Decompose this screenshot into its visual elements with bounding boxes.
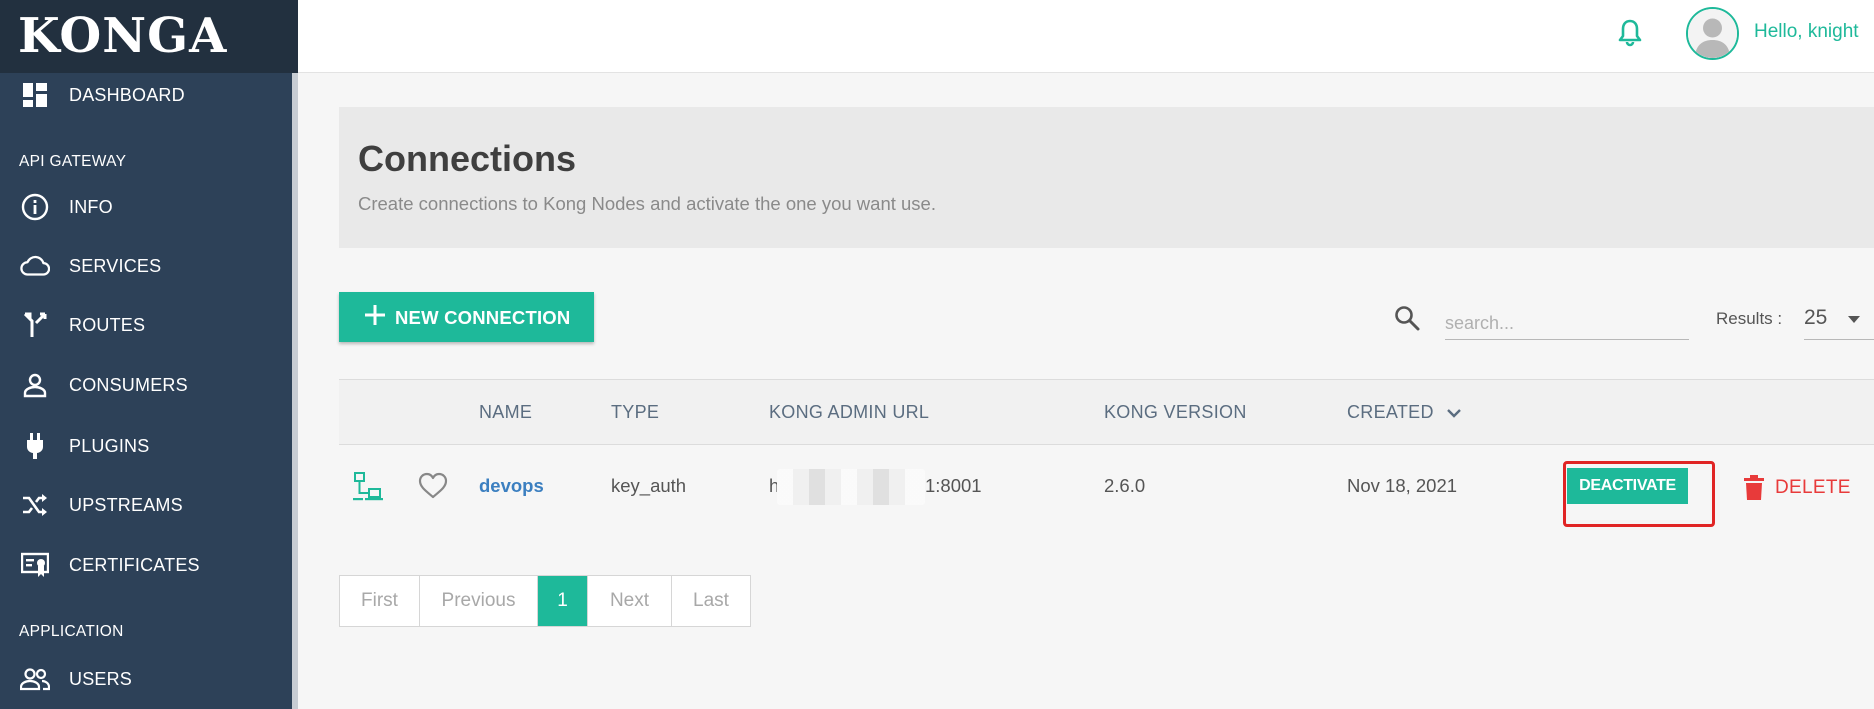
new-connection-label: NEW CONNECTION [395,307,571,328]
user-icon [20,370,50,400]
plus-icon [363,303,387,327]
table-row: devops key_auth h 1:8001 2.6.0 Nov 18, 2… [339,446,1874,528]
results-value: 25 [1804,306,1828,329]
chevron-down-icon[interactable] [1446,406,1462,418]
page-banner: Connections Create connections to Kong N… [339,107,1874,248]
search-input[interactable] [1445,302,1689,340]
sidebar-item-label: PLUGINS [69,435,150,456]
sidebar-item-services[interactable]: SERVICES [0,243,292,289]
pagination: First Previous 1 Next Last [339,575,751,627]
column-header-kong-admin-url[interactable]: KONG ADMIN URL [769,402,929,423]
redacted-url-blur [777,469,925,505]
search-icon[interactable] [1393,304,1421,332]
deactivate-button[interactable]: DEACTIVATE [1567,468,1688,504]
connection-type: key_auth [611,475,687,496]
info-icon [20,192,50,222]
kong-version: 2.6.0 [1104,475,1146,496]
app-logo[interactable]: KONGA [18,8,227,64]
page-title: Connections [358,138,577,179]
section-title-application: APPLICATION [19,623,124,640]
sidebar-item-label: UPSTREAMS [69,494,183,515]
connection-name-link[interactable]: devops [479,475,544,497]
avatar[interactable] [1686,7,1739,60]
pagination-page-1[interactable]: 1 [538,576,588,626]
section-title-api-gateway: API GATEWAY [19,153,127,170]
sidebar-item-info[interactable]: INFO [0,184,292,230]
trash-icon [1743,475,1765,501]
sidebar-item-consumers[interactable]: CONSUMERS [0,362,292,408]
sidebar-item-certificates[interactable]: CERTIFICATES [0,542,292,588]
cloud-icon [20,251,50,281]
pagination-last[interactable]: Last [672,576,750,626]
sidebar-item-label: DASHBOARD [69,84,185,105]
column-header-name[interactable]: NAME [479,402,532,423]
routes-icon [20,310,50,340]
sidebar-item-label: CONSUMERS [69,374,188,395]
user-greeting[interactable]: Hello, knight [1754,21,1859,43]
sidebar-item-upstreams[interactable]: UPSTREAMS [0,482,292,528]
sidebar-item-routes[interactable]: ROUTES [0,302,292,348]
table-header: NAME TYPE KONG ADMIN URL KONG VERSION CR… [339,379,1874,445]
column-header-kong-version[interactable]: KONG VERSION [1104,402,1247,423]
logo-bar: KONGA [0,0,298,73]
column-header-type[interactable]: TYPE [611,402,659,423]
sidebar-item-dashboard[interactable]: DASHBOARD [0,72,292,118]
results-per-page-select[interactable]: 25 [1804,300,1874,340]
sidebar-item-plugins[interactable]: PLUGINS [0,423,292,469]
kong-admin-url-suffix: 1:8001 [925,475,982,496]
results-label: Results : [1716,309,1783,328]
certificate-icon [20,550,50,580]
created-date: Nov 18, 2021 [1347,475,1458,496]
sidebar-item-label: CERTIFICATES [69,554,200,575]
sidebar-item-label: ROUTES [69,314,146,335]
network-icon[interactable] [353,472,383,502]
users-icon [20,664,50,694]
bell-icon[interactable] [1615,18,1645,48]
pagination-previous[interactable]: Previous [420,576,538,626]
pagination-first[interactable]: First [340,576,420,626]
page-subtitle: Create connections to Kong Nodes and act… [358,193,936,214]
sidebar-item-label: SERVICES [69,255,162,276]
shuffle-icon [20,490,50,520]
sidebar-item-label: USERS [69,668,133,689]
caret-down-icon [1848,316,1860,323]
pagination-next[interactable]: Next [588,576,672,626]
new-connection-button[interactable]: NEW CONNECTION [339,292,594,342]
dashboard-icon [20,80,50,110]
sidebar-item-users[interactable]: USERS [0,656,292,702]
sidebar-scrollbar[interactable] [292,73,298,709]
delete-label: DELETE [1775,477,1851,498]
column-header-created[interactable]: CREATED [1347,402,1434,423]
sidebar-item-label: INFO [69,196,113,217]
plug-icon [20,431,50,461]
heart-icon[interactable] [418,472,448,502]
delete-button[interactable]: DELETE [1743,475,1851,501]
